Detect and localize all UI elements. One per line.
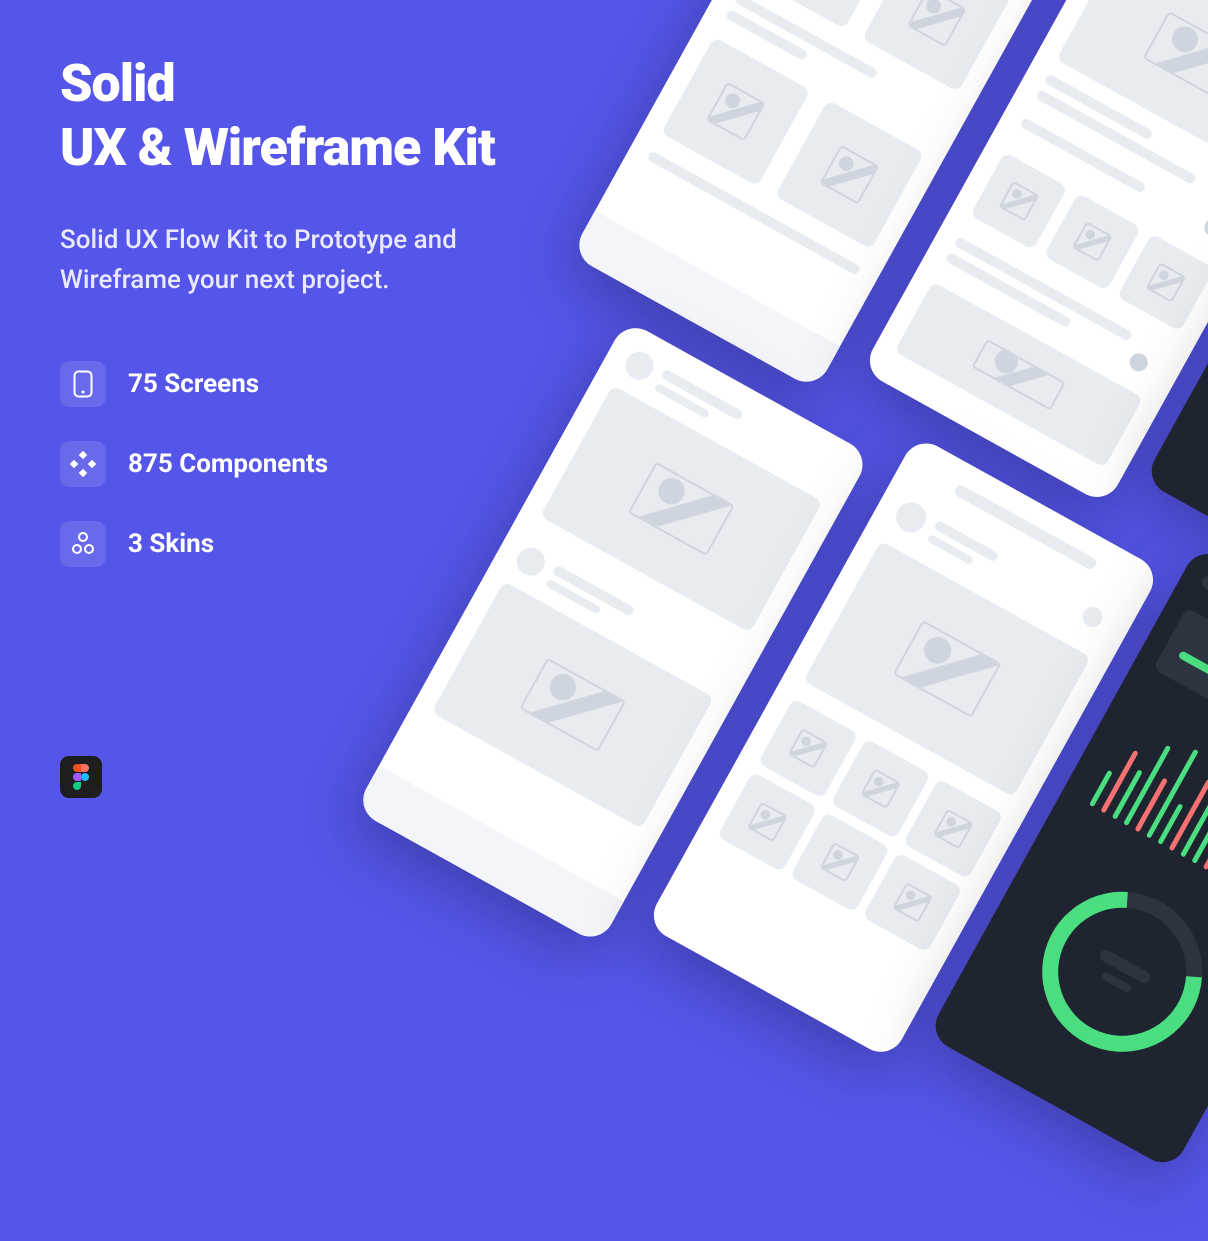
figma-icon	[60, 756, 102, 798]
feature-skins: 3 Skins	[60, 521, 580, 567]
title-line-2: UX & Wireframe Kit	[60, 118, 580, 178]
feature-label: 3 Skins	[128, 529, 214, 559]
feature-screens: 75 Screens	[60, 361, 580, 407]
title-line-1: Solid	[60, 55, 580, 112]
marketing-copy: Solid UX & Wireframe Kit Solid UX Flow K…	[60, 55, 580, 601]
feature-components: 875 Components	[60, 441, 580, 487]
skins-icon	[60, 521, 106, 567]
components-icon	[60, 441, 106, 487]
feature-label: 875 Components	[128, 449, 328, 479]
features-list: 75 Screens 875 Components	[60, 361, 580, 567]
feature-label: 75 Screens	[128, 369, 259, 399]
phone-icon	[60, 361, 106, 407]
subtitle: Solid UX Flow Kit to Prototype and Wiref…	[60, 220, 580, 301]
